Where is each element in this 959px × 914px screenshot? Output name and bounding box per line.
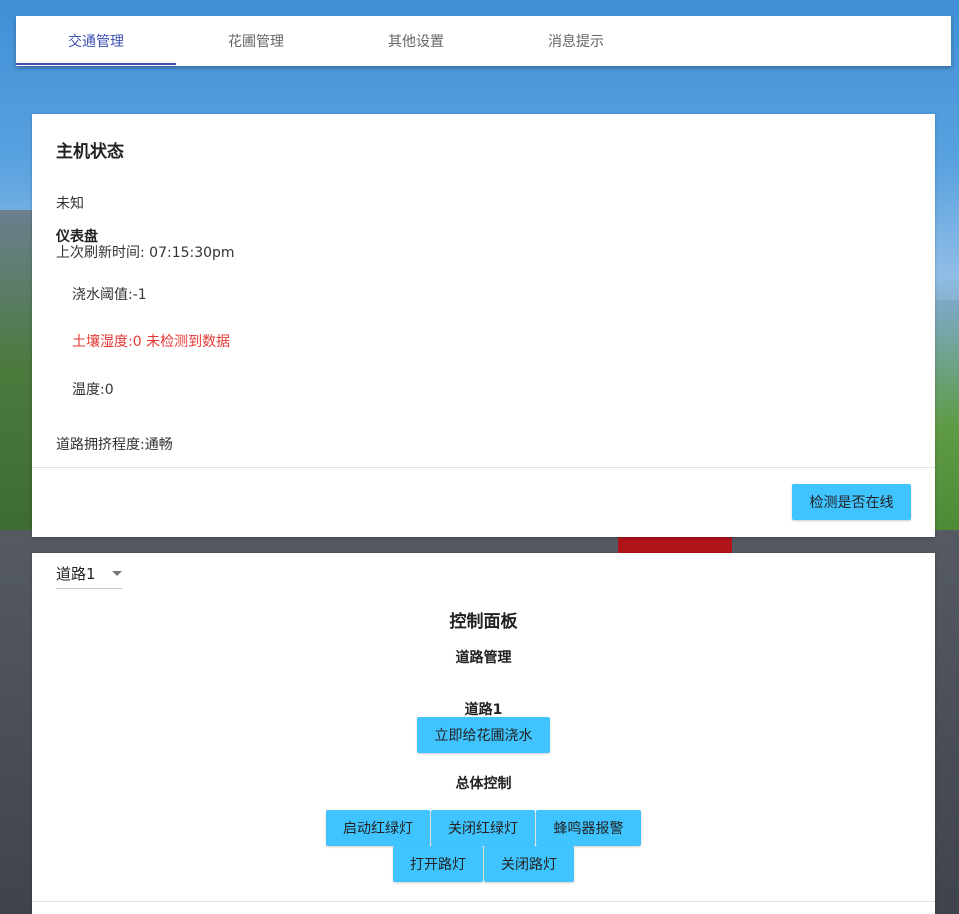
temperature-text: 温度:0 [72,382,114,398]
card-divider [32,467,935,468]
check-online-button[interactable]: 检测是否在线 [792,484,911,520]
last-refresh-time: 07:15:30pm [149,245,235,261]
water-garden-button[interactable]: 立即给花圃浇水 [417,717,550,753]
card-bottom-divider [32,901,935,902]
road-name-heading: 道路1 [464,702,503,718]
last-refresh-row: 上次刷新时间: 07:15:30pm [56,242,235,262]
tab-other-settings[interactable]: 其他设置 [336,16,496,66]
tab-notifications[interactable]: 消息提示 [496,16,656,66]
control-panel-title: 控制面板 [449,612,518,632]
street-lights-off-button[interactable]: 关闭路灯 [484,846,574,882]
background-truck [618,536,732,554]
overall-control-heading: 总体控制 [455,776,512,792]
start-traffic-lights-button[interactable]: 启动红绿灯 [326,810,430,846]
buzzer-alarm-button[interactable]: 蜂鸣器报警 [536,810,641,846]
tab-traffic-management[interactable]: 交通管理 [16,16,176,66]
road-management-heading: 道路管理 [455,650,512,666]
last-refresh-label: 上次刷新时间: [56,245,150,261]
tab-garden-management[interactable]: 花圃管理 [176,16,336,66]
stop-traffic-lights-button[interactable]: 关闭红绿灯 [431,810,535,846]
control-panel-card: 道路1 控制面板 道路管理 道路1 立即给花圃浇水 总体控制 启动红绿灯 关闭红… [32,553,935,914]
host-status-title: 主机状态 [56,142,124,162]
host-status-card: 主机状态 未知 仪表盘 上次刷新时间: 07:15:30pm 浇水阈值:-1 土… [32,114,935,537]
host-state-text: 未知 [56,196,84,212]
soil-humidity-text: 土壤湿度:0 未检测到数据 [72,334,231,350]
tab-bar: 交通管理 花圃管理 其他设置 消息提示 [16,16,951,66]
dropdown-arrow-icon [112,571,122,576]
street-lights-on-button[interactable]: 打开路灯 [393,846,483,882]
road-congestion-text: 道路拥挤程度:通畅 [56,437,173,453]
watering-threshold-text: 浇水阈值:-1 [72,287,147,303]
road-select-value: 道路1 [56,565,96,583]
road-select[interactable]: 道路1 [56,559,122,589]
